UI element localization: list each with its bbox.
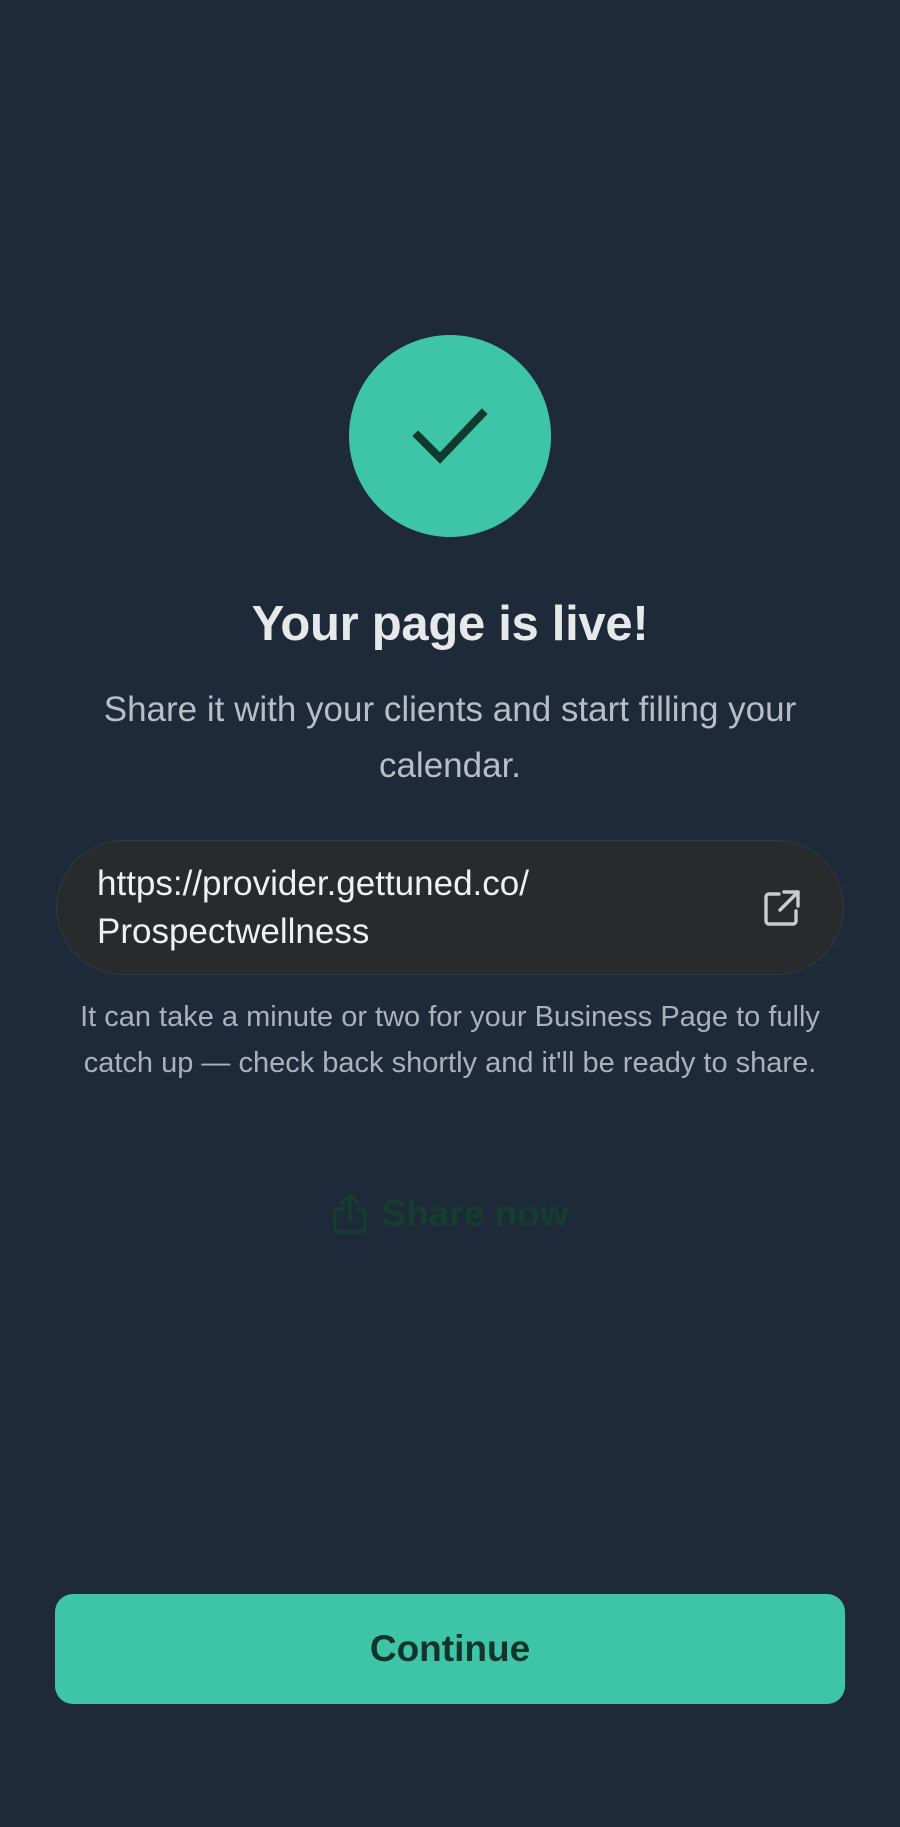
propagation-note: It can take a minute or two for your Bus… (80, 1001, 820, 1079)
checkmark-icon (412, 408, 488, 464)
page-url-text: https://provider.gettuned.co/ Prospectwe… (97, 860, 759, 956)
continue-button[interactable]: Continue (55, 1594, 845, 1704)
share-now-button[interactable]: Share now (0, 1190, 900, 1238)
page-url-field[interactable]: https://provider.gettuned.co/ Prospectwe… (56, 840, 844, 975)
page-url-line-2: Prospectwellness (97, 911, 370, 951)
page-subtitle: Share it with your clients and start fil… (103, 690, 797, 785)
share-icon (331, 1193, 369, 1235)
external-link-icon (764, 889, 800, 926)
page-url-line-1: https://provider.gettuned.co/ (97, 863, 529, 903)
open-url-button[interactable] (759, 885, 805, 931)
success-badge (349, 335, 551, 537)
share-now-label: Share now (381, 1193, 569, 1234)
page-live-screen: Your page is live! Share it with your cl… (0, 0, 900, 1827)
page-title: Your page is live! (251, 597, 649, 651)
